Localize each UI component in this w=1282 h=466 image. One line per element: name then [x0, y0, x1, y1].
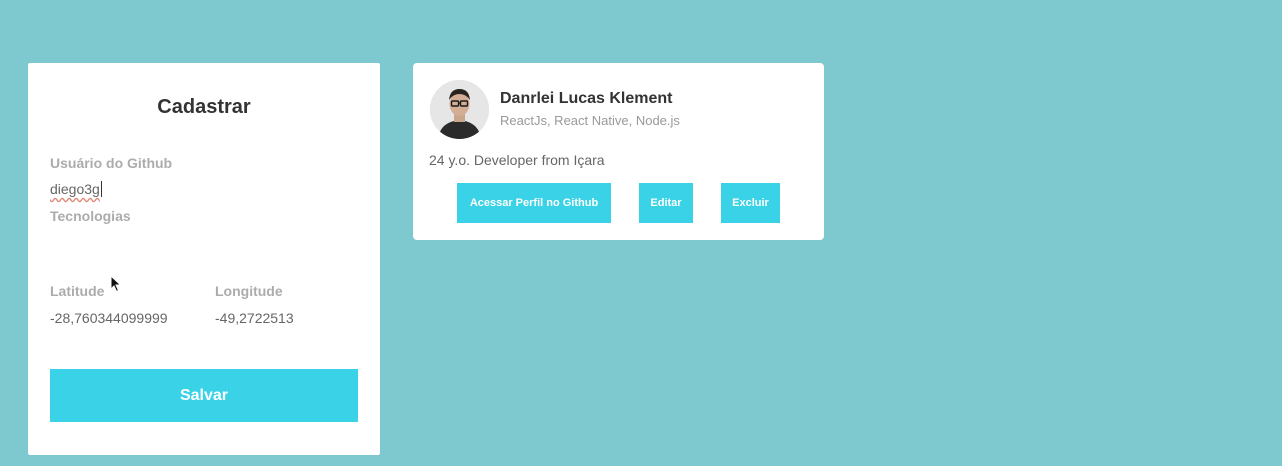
- longitude-input[interactable]: -49,2722513: [215, 310, 358, 332]
- dev-card: Danrlei Lucas Klement ReactJs, React Nat…: [413, 63, 824, 240]
- text-caret: [100, 181, 102, 197]
- techs-label: Tecnologias: [50, 208, 131, 224]
- longitude-label: Longitude: [215, 283, 283, 299]
- dev-bio: 24 y.o. Developer from Içara: [429, 152, 605, 168]
- github-user-value: diego3g: [50, 181, 100, 197]
- latitude-input[interactable]: -28,760344099999: [50, 310, 200, 332]
- latitude-label: Latitude: [50, 283, 105, 299]
- avatar-photo: [430, 80, 489, 139]
- form-title: Cadastrar: [157, 96, 251, 118]
- mouse-pointer-icon: [110, 275, 122, 293]
- save-button[interactable]: Salvar: [50, 369, 358, 422]
- register-form-card: Cadastrar Usuário do Github diego3g Tecn…: [28, 63, 380, 455]
- github-user-label: Usuário do Github: [50, 155, 173, 171]
- edit-button[interactable]: Editar: [639, 183, 693, 223]
- dev-name: Danrlei Lucas Klement: [500, 90, 673, 107]
- delete-button[interactable]: Excluir: [721, 183, 780, 223]
- techs-input[interactable]: [50, 233, 358, 257]
- avatar: [430, 80, 489, 139]
- github-user-input[interactable]: diego3g: [50, 181, 358, 203]
- dev-techs: ReactJs, React Native, Node.js: [500, 113, 680, 128]
- github-profile-button[interactable]: Acessar Perfil no Github: [457, 183, 611, 223]
